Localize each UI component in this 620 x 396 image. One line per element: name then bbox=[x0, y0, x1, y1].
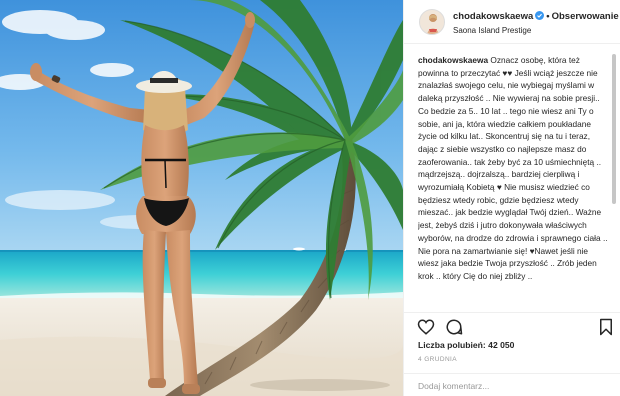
avatar[interactable] bbox=[419, 9, 445, 35]
post-photo[interactable] bbox=[0, 0, 403, 396]
caption-text-2: Jeśli wciąż jeszcze nie znalazłaś swojeg… bbox=[418, 67, 602, 193]
post-date[interactable]: 4 GRUDNIA bbox=[418, 356, 457, 363]
bookmark-icon[interactable] bbox=[597, 318, 615, 336]
post-location[interactable]: Saona Island Prestige bbox=[453, 26, 531, 35]
verified-badge-icon bbox=[535, 11, 545, 20]
post-caption: chodakowskaewa Oznacz osobę, która też p… bbox=[418, 54, 608, 316]
comment-box bbox=[404, 373, 620, 396]
username-row: chodakowskaewa • Obserwowanie bbox=[453, 11, 619, 22]
speech-bubble-icon[interactable] bbox=[445, 318, 463, 336]
caption-scrollbar-thumb[interactable] bbox=[612, 54, 616, 204]
caption-scrollbar[interactable] bbox=[612, 48, 616, 312]
heart-outline-icon[interactable] bbox=[417, 318, 435, 336]
post-username[interactable]: chodakowskaewa bbox=[453, 11, 533, 22]
following-button[interactable]: Obserwowanie bbox=[552, 11, 619, 22]
post-side-panel: chodakowskaewa • Obserwowanie Saona Island… bbox=[403, 0, 620, 396]
avatar-image-icon bbox=[420, 10, 444, 34]
caption-text-3: Nie musisz wiedzieć co będziesz wtedy ro… bbox=[418, 182, 608, 256]
caption-username[interactable]: chodakowskaewa bbox=[418, 55, 488, 65]
comment-input[interactable] bbox=[418, 378, 608, 394]
separator-dot: • bbox=[546, 11, 550, 22]
post-header: chodakowskaewa • Obserwowanie Saona Island… bbox=[404, 0, 620, 44]
beach-palm-photo-illustration bbox=[0, 0, 403, 396]
likes-count[interactable]: Liczba polubień: 42 050 bbox=[418, 340, 514, 350]
post-actions bbox=[404, 312, 620, 340]
